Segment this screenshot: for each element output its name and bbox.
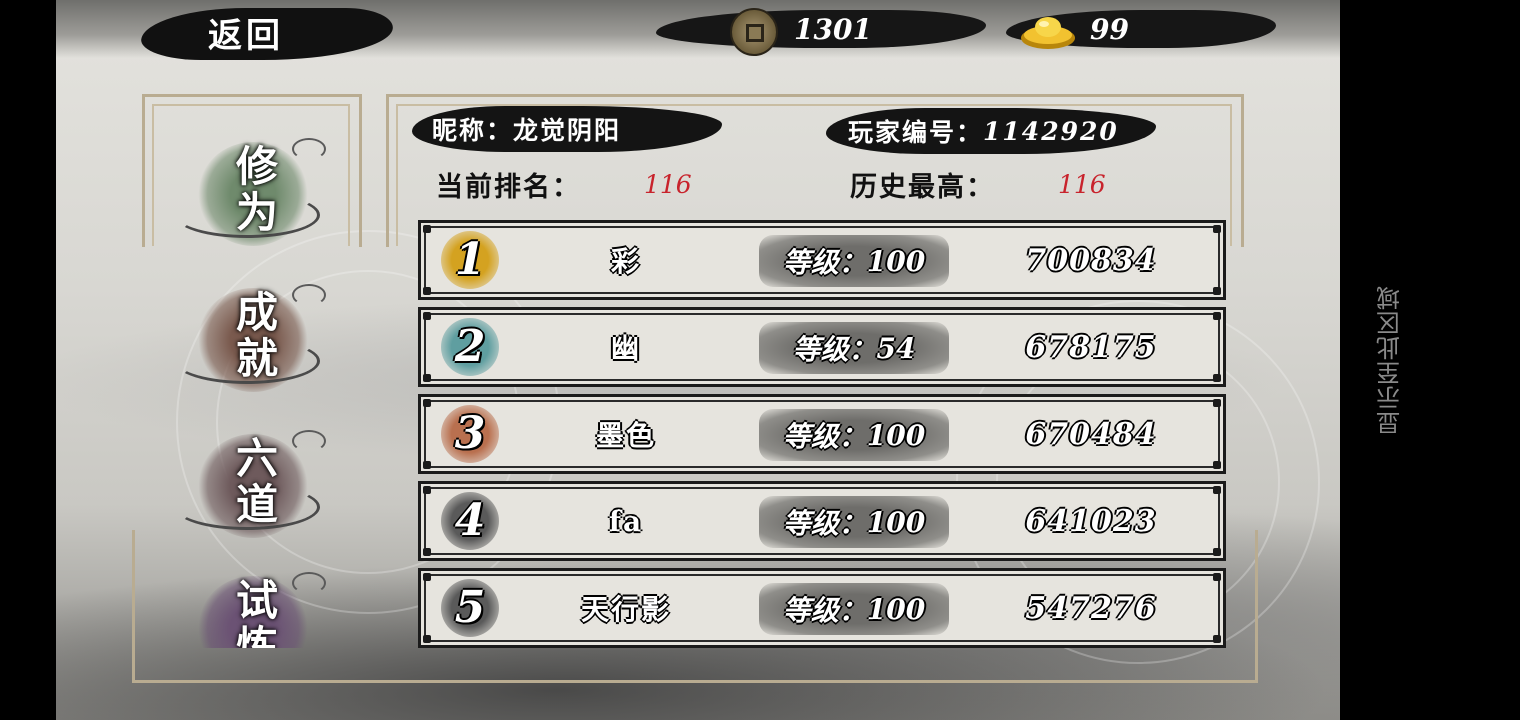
score: 670484 [1025, 416, 1157, 452]
level-value: 100 [866, 592, 926, 626]
row-pin [423, 635, 431, 643]
current-rank-value: 116 [644, 169, 692, 199]
row-pin [1213, 548, 1221, 556]
row-pin [1213, 374, 1221, 382]
level-value: 100 [866, 418, 926, 452]
row-pin [423, 399, 431, 407]
score: 547276 [1025, 590, 1157, 626]
leaderboard-row[interactable]: 4 fa 等级： 100 641023 [418, 481, 1226, 561]
row-pin [423, 287, 431, 295]
player-id-value: 1142920 [983, 116, 1119, 146]
game-screen: 返回 1301 99 修 为 成 就 六 道 试 炼 昵称： 龙觉阴阳 玩家编号… [56, 0, 1340, 720]
tab-label-bottom: 道 [235, 479, 278, 529]
level-value: 100 [866, 505, 926, 539]
nickname-label: 昵称： [432, 116, 514, 145]
row-pin [423, 374, 431, 382]
row-pin [423, 486, 431, 494]
cloud-icon [292, 572, 326, 594]
rank-number: 5 [454, 581, 486, 633]
rank-number: 3 [454, 407, 486, 459]
score: 641023 [1025, 503, 1157, 539]
row-pin [1213, 486, 1221, 494]
player-name: 墨色 [595, 419, 656, 452]
copper-coin-count: 1301 [794, 12, 872, 46]
level-badge: 等级： 54 [759, 322, 949, 374]
player-name: fa [608, 504, 644, 538]
right-black-bar [1340, 0, 1520, 720]
display-area-hint: 显示至此区域 [1376, 285, 1405, 435]
tab-label-bottom: 就 [235, 333, 278, 383]
level-label: 等级： [782, 420, 867, 453]
current-rank-label: 当前排名： [436, 171, 581, 203]
leaderboard-row[interactable]: 3 墨色 等级： 100 670484 [418, 394, 1226, 474]
row-pin [1213, 461, 1221, 469]
level-badge: 等级： 100 [759, 496, 949, 548]
nickname-row: 昵称： 龙觉阴阳 [432, 106, 621, 152]
row-pin [1213, 225, 1221, 233]
left-black-bar [0, 0, 56, 720]
tab-label-bottom: 为 [235, 187, 278, 237]
cloud-icon [292, 284, 326, 306]
row-pin [423, 225, 431, 233]
player-id-label: 玩家编号： [848, 118, 984, 147]
row-pin [423, 312, 431, 320]
tab-cultivation[interactable]: 修 为 [174, 128, 344, 258]
rank-number: 4 [454, 494, 486, 546]
rank-number: 1 [454, 233, 486, 285]
row-pin [1213, 287, 1221, 295]
leaderboard-row[interactable]: 2 幽 等级： 54 678175 [418, 307, 1226, 387]
level-badge: 等级： 100 [759, 409, 949, 461]
level-value: 54 [876, 331, 916, 365]
player-name: 彩 [610, 245, 641, 278]
leaderboard-row[interactable]: 5 天行影 等级： 100 547276 [418, 568, 1226, 648]
score: 700834 [1025, 242, 1157, 278]
row-pin [1213, 635, 1221, 643]
tab-trial[interactable]: 试 炼 [174, 562, 344, 648]
gold-ingot-icon [1021, 17, 1075, 49]
level-value: 100 [866, 244, 926, 278]
level-label: 等级： [792, 333, 877, 366]
best-rank-label: 历史最高： [850, 171, 995, 203]
cloud-icon [292, 138, 326, 160]
score: 678175 [1025, 329, 1157, 365]
player-name: 幽 [610, 332, 641, 365]
tab-achievement[interactable]: 成 就 [174, 274, 344, 404]
cloud-icon [292, 430, 326, 452]
row-pin [1213, 312, 1221, 320]
tab-label-bottom: 炼 [235, 621, 278, 649]
level-label: 等级： [782, 594, 867, 627]
player-name: 天行影 [580, 593, 671, 626]
best-rank-value: 116 [1058, 169, 1106, 199]
level-label: 等级： [782, 507, 867, 540]
row-pin [423, 573, 431, 581]
player-id-row: 玩家编号： 1142920 [848, 108, 1119, 154]
back-button[interactable]: 返回 [186, 10, 306, 56]
level-label: 等级： [782, 246, 867, 279]
row-pin [1213, 573, 1221, 581]
row-pin [423, 461, 431, 469]
level-badge: 等级： 100 [759, 235, 949, 287]
nickname-value: 龙觉阴阳 [513, 116, 622, 145]
row-pin [423, 548, 431, 556]
level-badge: 等级： 100 [759, 583, 949, 635]
rank-number: 2 [454, 320, 486, 372]
tab-six-paths[interactable]: 六 道 [174, 420, 344, 550]
gold-ingot-count: 99 [1090, 12, 1129, 46]
row-pin [1213, 399, 1221, 407]
copper-coin-icon [730, 8, 778, 56]
leaderboard-row[interactable]: 1 彩 等级： 100 700834 [418, 220, 1226, 300]
